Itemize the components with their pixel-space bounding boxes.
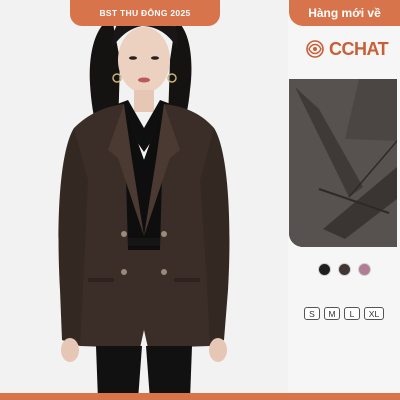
product-photo[interactable] [0,0,288,400]
collection-badge: BST THU ĐÔNG 2025 [70,0,220,26]
bottom-accent-bar [0,393,400,400]
color-swatch-dark-brown[interactable] [338,263,351,276]
brand-logo[interactable]: CCHAT [305,38,389,60]
size-option-m[interactable]: M [324,307,340,320]
collection-label: BST THU ĐÔNG 2025 [99,8,191,18]
lapel-detail-image[interactable] [289,79,397,247]
color-swatches [318,263,371,276]
size-option-xl[interactable]: XL [364,307,384,320]
new-arrival-label: Hàng mới về [308,6,381,20]
size-option-l[interactable]: L [344,307,360,320]
color-swatch-black[interactable] [318,263,331,276]
lapel-fabric-closeup-icon [289,79,397,247]
knot-logo-icon [306,40,324,58]
size-options: S M L XL [304,307,384,320]
size-option-s[interactable]: S [304,307,320,320]
brand-name: CCHAT [329,38,389,59]
new-arrival-badge: Hàng mới về [289,0,400,26]
model-illustration [0,0,288,400]
color-swatch-mauve[interactable] [358,263,371,276]
